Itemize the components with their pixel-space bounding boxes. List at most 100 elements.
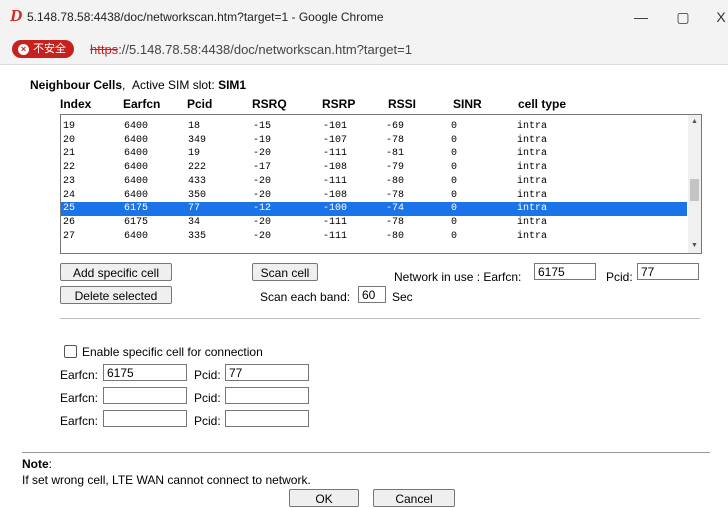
- window-title: 5.148.78.58:4438/doc/networkscan.htm?tar…: [27, 10, 384, 24]
- table-cell: 0: [451, 216, 458, 228]
- table-row[interactable]: 19 6400 18 -15 -101 -69 0 intra: [61, 120, 687, 134]
- table-cell: 77: [188, 203, 201, 215]
- table-cell: 0: [451, 134, 458, 146]
- table-cell: 6400: [124, 175, 149, 187]
- table-cell: 23: [63, 175, 76, 187]
- sim-value: SIM1: [218, 78, 247, 92]
- network-pcid-field[interactable]: 77: [637, 263, 699, 280]
- add-specific-cell-button[interactable]: Add specific cell: [60, 263, 172, 281]
- table-row[interactable]: 27 6400 335 -20 -111 -80 0 intra: [61, 230, 687, 244]
- table-cell: 6400: [124, 162, 149, 174]
- scan-each-band-label: Scan each band:: [260, 290, 351, 304]
- table-cell: -15: [253, 121, 272, 132]
- delete-selected-button[interactable]: Delete selected: [60, 286, 172, 304]
- cancel-button[interactable]: Cancel: [373, 489, 455, 507]
- table-cell: -78: [386, 189, 405, 201]
- network-earfcn-field[interactable]: 6175: [534, 263, 596, 280]
- col-header-pcid: Pcid: [187, 97, 213, 111]
- table-cell: 6400: [124, 230, 149, 242]
- table-cell: 6400: [124, 189, 149, 201]
- table-cell: -100: [323, 203, 348, 215]
- table-cell: 350: [188, 189, 207, 201]
- not-secure-badge[interactable]: × 不安全: [12, 40, 74, 58]
- table-cell: 6175: [124, 216, 149, 228]
- scroll-up-icon[interactable]: ▲: [690, 117, 699, 127]
- table-cell: -108: [323, 162, 348, 174]
- network-in-use-label: Network in use : Earfcn:: [394, 270, 522, 284]
- table-cell: 0: [451, 203, 458, 215]
- url-scheme: https: [90, 42, 119, 57]
- table-cell: -107: [323, 134, 348, 146]
- url-text[interactable]: https://5.148.78.58:4438/doc/networkscan…: [90, 42, 412, 57]
- table-cell: -111: [323, 175, 348, 187]
- table-row[interactable]: 22 6400 222 -17 -108 -79 0 intra: [61, 161, 687, 175]
- earfcn-field-1[interactable]: 6175: [103, 364, 187, 381]
- scroll-down-icon[interactable]: ▼: [690, 241, 699, 251]
- table-cell: -81: [386, 148, 405, 160]
- table-row[interactable]: 25 6175 77 -12 -100 -74 0 intra: [61, 202, 687, 216]
- sim-label: Active SIM slot:: [132, 78, 215, 92]
- note-title: Note:: [22, 457, 53, 471]
- table-cell: 0: [451, 121, 458, 132]
- table-cell: -111: [323, 216, 348, 228]
- pcid-field-2[interactable]: [225, 387, 309, 404]
- pcid-label-1: Pcid:: [194, 368, 221, 382]
- table-row[interactable]: 23 6400 433 -20 -111 -80 0 intra: [61, 175, 687, 189]
- minimize-button[interactable]: —: [626, 6, 656, 28]
- address-bar[interactable]: × 不安全 https://5.148.78.58:4438/doc/networ…: [0, 34, 728, 65]
- section-heading: Neighbour Cells, Active SIM slot: SIM1: [30, 78, 247, 92]
- list-scrollbar[interactable]: ▲ ▼: [688, 115, 701, 253]
- scan-each-band-field[interactable]: 60: [358, 286, 386, 303]
- table-cell: intra: [517, 189, 548, 201]
- table-cell: 19: [188, 148, 201, 160]
- table-cell: 6400: [124, 121, 149, 132]
- enable-specific-cell-checkbox[interactable]: [64, 345, 77, 358]
- table-row[interactable]: 21 6400 19 -20 -111 -81 0 intra: [61, 147, 687, 161]
- network-pcid-label: Pcid:: [606, 270, 633, 284]
- table-cell: -80: [386, 175, 405, 187]
- table-cell: 6400: [124, 134, 149, 146]
- ok-button[interactable]: OK: [289, 489, 359, 507]
- scan-cell-button[interactable]: Scan cell: [252, 263, 318, 281]
- scan-unit-label: Sec: [392, 290, 413, 304]
- pcid-field-3[interactable]: [225, 410, 309, 427]
- table-cell: intra: [517, 175, 548, 187]
- table-cell: intra: [517, 203, 548, 215]
- table-cell: -20: [253, 175, 272, 187]
- earfcn-label-1: Earfcn:: [60, 368, 99, 382]
- section-divider: [60, 318, 700, 319]
- col-header-rssi: RSSI: [388, 97, 417, 111]
- maximize-button[interactable]: ▢: [668, 6, 698, 28]
- not-secure-label: 不安全: [33, 43, 66, 55]
- scroll-thumb[interactable]: [690, 179, 699, 201]
- col-header-sinr: SINR: [453, 97, 482, 111]
- table-row[interactable]: 20 6400 349 -19 -107 -78 0 intra: [61, 134, 687, 148]
- table-row[interactable]: 24 6400 350 -20 -108 -78 0 intra: [61, 189, 687, 203]
- table-cell: intra: [517, 162, 548, 174]
- earfcn-label-2: Earfcn:: [60, 391, 99, 405]
- table-cell: 222: [188, 162, 207, 174]
- table-cell: -17: [253, 162, 272, 174]
- table-cell: 22: [63, 162, 76, 174]
- pcid-label-3: Pcid:: [194, 414, 221, 428]
- table-cell: 27: [63, 230, 76, 242]
- enable-specific-cell-label: Enable specific cell for connection: [82, 345, 263, 359]
- neighbour-cells-list[interactable]: 27 6400 335 -20 -111 -80 0 intra 26 6175 34 -20 -111…: [60, 114, 702, 254]
- table-cell: intra: [517, 216, 548, 228]
- table-cell: 6175: [124, 203, 149, 215]
- earfcn-field-3[interactable]: [103, 410, 187, 427]
- table-cell: 0: [451, 230, 458, 242]
- table-cell: -78: [386, 216, 405, 228]
- col-header-rsrp: RSRP: [322, 97, 356, 111]
- close-button[interactable]: X: [706, 6, 728, 28]
- earfcn-field-2[interactable]: [103, 387, 187, 404]
- col-header-index: Index: [60, 97, 92, 111]
- table-cell: 0: [451, 189, 458, 201]
- pcid-field-1[interactable]: 77: [225, 364, 309, 381]
- app-logo-icon: D: [10, 6, 23, 25]
- table-cell: 0: [451, 148, 458, 160]
- url-rest: ://5.148.78.58:4438/doc/networkscan.htm?…: [118, 42, 412, 57]
- table-row[interactable]: 26 6175 34 -20 -111 -78 0 intra: [61, 216, 687, 230]
- table-cell: 24: [63, 189, 76, 201]
- col-header-cell-type: cell type: [518, 97, 567, 111]
